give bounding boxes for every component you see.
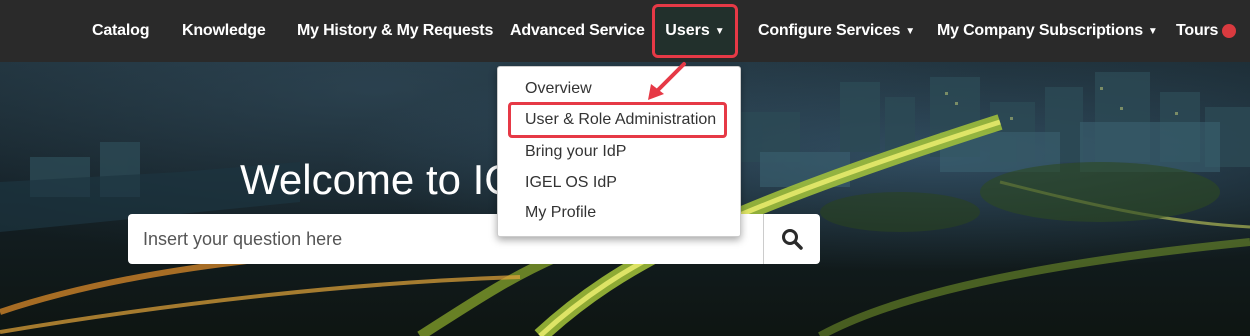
search-icon (782, 229, 803, 250)
menu-item-igel-os-idp[interactable]: IGEL OS IdP (525, 174, 617, 192)
menu-item-user-role-administration[interactable]: User & Role Administration (525, 111, 716, 129)
top-navigation: Catalog Knowledge My History & My Reques… (0, 0, 1250, 62)
nav-company-subscriptions-label: My Company Subscriptions (937, 22, 1143, 39)
nav-my-history-label: My History & My Requests (297, 22, 494, 39)
users-dropdown-menu: Overview User & Role Administration Brin… (497, 66, 741, 237)
nav-users[interactable]: Users ▼ (652, 4, 738, 58)
nav-catalog[interactable]: Catalog (92, 0, 149, 62)
nav-my-history-requests[interactable]: My History & My Requests (297, 0, 493, 62)
nav-company-subscriptions[interactable]: My Company Subscriptions ▼ (937, 0, 1158, 62)
nav-catalog-label: Catalog (92, 22, 150, 39)
nav-tours[interactable]: Tours (1176, 0, 1237, 62)
nav-users-label: Users (665, 22, 710, 39)
notification-dot-icon (1222, 24, 1237, 38)
menu-item-overview[interactable]: Overview (525, 80, 592, 98)
caret-down-icon: ▼ (1147, 25, 1158, 37)
caret-down-icon: ▼ (714, 25, 725, 37)
nav-knowledge[interactable]: Knowledge (182, 0, 266, 62)
menu-item-my-profile[interactable]: My Profile (525, 204, 596, 222)
nav-advanced-service[interactable]: Advanced Service (510, 0, 645, 62)
nav-tours-label: Tours (1176, 22, 1219, 39)
nav-knowledge-label: Knowledge (182, 22, 266, 39)
nav-configure-services-label: Configure Services (758, 22, 901, 39)
menu-item-bring-your-idp[interactable]: Bring your IdP (525, 143, 626, 161)
search-button[interactable] (763, 214, 820, 264)
caret-down-icon: ▼ (905, 25, 915, 37)
nav-configure-services[interactable]: Configure Services ▼ (758, 0, 915, 62)
nav-advanced-service-label: Advanced Service (510, 22, 645, 39)
